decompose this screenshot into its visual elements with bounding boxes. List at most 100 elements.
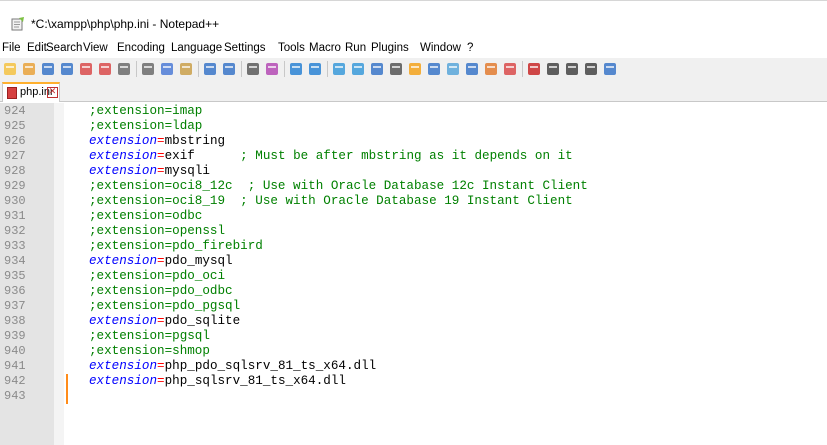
sync-horizontal-icon[interactable]	[350, 61, 366, 77]
code-line[interactable]: 926 extension=mbstring	[0, 134, 827, 149]
toolbar-separator	[284, 61, 285, 77]
menu-settings[interactable]: Settings	[224, 42, 266, 54]
line-number: 933	[4, 239, 26, 253]
code-line[interactable]: 937 ;extension=pdo_pgsql	[0, 299, 827, 314]
ini-operator: =	[157, 359, 165, 373]
comment-text: ;extension=shmop	[89, 344, 210, 358]
print-icon[interactable]	[116, 61, 132, 77]
code-text: ;extension=pdo_firebird	[89, 239, 263, 254]
comment-text: ;extension=pdo_firebird	[89, 239, 263, 253]
code-text: ;extension=oci8_12c ; Use with Oracle Da…	[89, 179, 588, 194]
paste-icon[interactable]	[178, 61, 194, 77]
close-all-icon[interactable]	[97, 61, 113, 77]
code-line[interactable]: 933 ;extension=pdo_firebird	[0, 239, 827, 254]
cut-icon[interactable]	[140, 61, 156, 77]
code-text: ;extension=pgsql	[89, 329, 210, 344]
record-macro-icon[interactable]	[526, 61, 542, 77]
stop-record-icon[interactable]	[545, 61, 561, 77]
zoom-out-icon[interactable]	[307, 61, 323, 77]
redo-icon[interactable]	[221, 61, 237, 77]
menu-tools[interactable]: Tools	[278, 42, 305, 54]
comment-text: ;extension=ldap	[89, 119, 203, 133]
comment-text: ;extension=pdo_pgsql	[89, 299, 241, 313]
code-text: extension=mysqli	[89, 164, 210, 179]
ini-value: mysqli	[164, 164, 210, 178]
copy-icon[interactable]	[159, 61, 175, 77]
code-text: extension=exif ; Must be after mbstring …	[89, 149, 573, 164]
zoom-in-icon[interactable]	[288, 61, 304, 77]
code-line[interactable]: 924 ;extension=imap	[0, 104, 827, 119]
code-line[interactable]: 929 ;extension=oci8_12c ; Use with Oracle…	[0, 179, 827, 194]
menu-plugins[interactable]: Plugins	[371, 42, 409, 54]
undo-icon[interactable]	[202, 61, 218, 77]
word-wrap-icon[interactable]	[369, 61, 385, 77]
code-text: ;extension=ldap	[89, 119, 202, 134]
code-line[interactable]: 930 ;extension=oci8_19 ; Use with Oracle …	[0, 194, 827, 209]
doc-map-icon[interactable]	[445, 61, 461, 77]
line-number: 930	[4, 194, 26, 208]
code-line[interactable]: 943	[0, 389, 827, 404]
title-bar: *C:\xampp\php\php.ini - Notepad++	[0, 0, 827, 40]
sync-vertical-icon[interactable]	[331, 61, 347, 77]
ini-key: extension	[89, 359, 158, 373]
save-all-icon[interactable]	[59, 61, 75, 77]
line-number: 932	[4, 224, 26, 238]
indent-guide-icon[interactable]	[407, 61, 423, 77]
code-line[interactable]: 925 ;extension=ldap	[0, 119, 827, 134]
toolbar-separator	[327, 61, 328, 77]
code-line[interactable]: 927 extension=exif ; Must be after mbstri…	[0, 149, 827, 164]
code-line[interactable]: 939 ;extension=pgsql	[0, 329, 827, 344]
menu-window[interactable]: Window	[420, 42, 461, 54]
comment-text: ;extension=openssl	[89, 224, 226, 238]
function-list-icon[interactable]	[464, 61, 480, 77]
ini-operator: =	[157, 164, 165, 178]
toolbar-separator	[241, 61, 242, 77]
line-number: 934	[4, 254, 26, 268]
menu-language[interactable]: Language	[171, 42, 222, 54]
code-line[interactable]: 942 extension=php_sqlsrv_81_ts_x64.dll	[0, 374, 827, 389]
comment-text: ;extension=pdo_oci	[89, 269, 226, 283]
play-macro-icon[interactable]	[564, 61, 580, 77]
replace-icon[interactable]	[264, 61, 280, 77]
code-line[interactable]: 941 extension=php_pdo_sqlsrv_81_ts_x64.dl…	[0, 359, 827, 374]
open-file-icon[interactable]	[21, 61, 37, 77]
close-icon[interactable]	[78, 61, 94, 77]
code-line[interactable]: 932 ;extension=openssl	[0, 224, 827, 239]
comment-text: ;extension=odbc	[89, 209, 203, 223]
code-line[interactable]: 928 extension=mysqli	[0, 164, 827, 179]
menu-edit[interactable]: Edit	[27, 42, 47, 54]
tab-php-ini[interactable]: php.ini ✕	[2, 82, 60, 102]
monitor-icon[interactable]	[502, 61, 518, 77]
folder-as-workspace-icon[interactable]	[483, 61, 499, 77]
new-file-icon[interactable]	[2, 61, 18, 77]
code-line[interactable]: 931 ;extension=odbc	[0, 209, 827, 224]
menu-view[interactable]: View	[83, 42, 108, 54]
line-number: 938	[4, 314, 26, 328]
menu-macro[interactable]: Macro	[309, 42, 341, 54]
code-line[interactable]: 938 extension=pdo_sqlite	[0, 314, 827, 329]
run-macro-multiple-icon[interactable]	[583, 61, 599, 77]
save-macro-icon[interactable]	[602, 61, 618, 77]
code-line[interactable]: 934 extension=pdo_mysql	[0, 254, 827, 269]
menu-file[interactable]: File	[2, 42, 21, 54]
menu-encoding[interactable]: Encoding	[117, 42, 165, 54]
udl-icon[interactable]	[426, 61, 442, 77]
close-tab-icon[interactable]: ✕	[47, 87, 58, 98]
line-number: 940	[4, 344, 26, 358]
ini-value: mbstring	[164, 134, 226, 148]
code-line[interactable]: 936 ;extension=pdo_odbc	[0, 284, 827, 299]
editor[interactable]: 924 ;extension=imap 925 ;extension=ldap 926 e…	[0, 103, 827, 445]
menu-help[interactable]: ?	[467, 42, 473, 54]
save-icon[interactable]	[40, 61, 56, 77]
menu-run[interactable]: Run	[345, 42, 366, 54]
ini-value: exif	[164, 149, 195, 163]
find-icon[interactable]	[245, 61, 261, 77]
menu-search[interactable]: Search	[46, 42, 82, 54]
code-line[interactable]: 940 ;extension=shmop	[0, 344, 827, 359]
line-number: 943	[4, 389, 26, 403]
code-line[interactable]: 935 ;extension=pdo_oci	[0, 269, 827, 284]
code-text: ;extension=shmop	[89, 344, 210, 359]
show-all-chars-icon[interactable]	[388, 61, 404, 77]
comment-text: ;extension=pdo_odbc	[89, 284, 233, 298]
line-number: 942	[4, 374, 26, 388]
